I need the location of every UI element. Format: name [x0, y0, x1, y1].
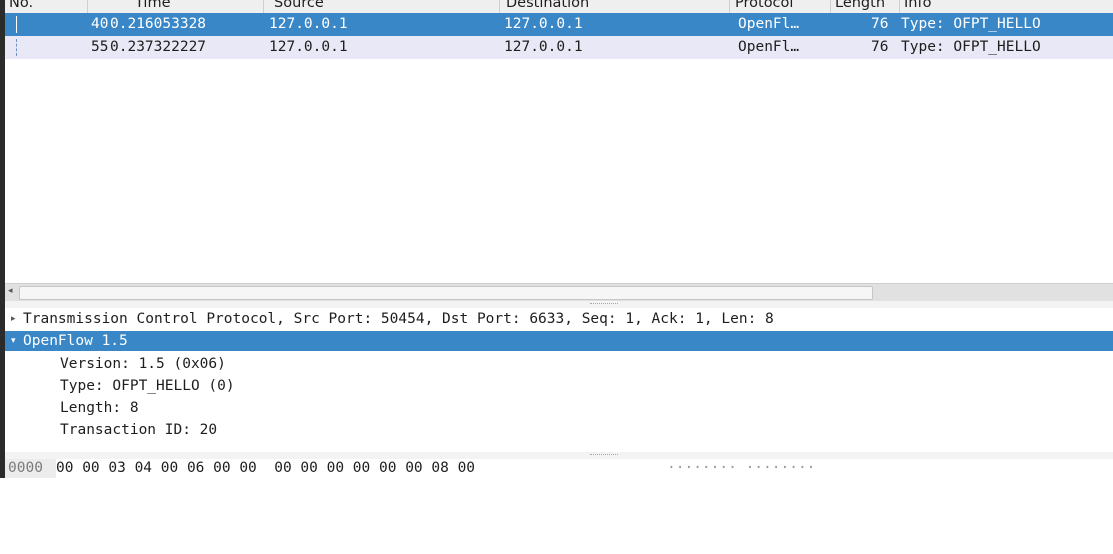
column-separator[interactable] [499, 0, 500, 13]
hex-offset: 0000 [5, 459, 56, 478]
tree-item-label: Transmission Control Protocol, Src Port:… [23, 311, 774, 327]
packet-source: 127.0.0.1 [269, 16, 348, 32]
pane-splitter[interactable] [5, 452, 1113, 459]
column-header-protocol[interactable]: Protocol [731, 0, 793, 13]
column-header-source[interactable]: Source [270, 0, 324, 13]
hex-bytes[interactable]: 00 00 03 04 00 06 00 00 00 00 00 00 00 0… [56, 459, 475, 478]
tree-item-version[interactable]: Version: 1.5 (0x06) [5, 354, 1113, 374]
packet-no: 40 [91, 16, 109, 32]
tree-item-label: OpenFlow 1.5 [23, 333, 128, 349]
packet-no: 55 [91, 39, 109, 55]
tree-item-label: Version: 1.5 (0x06) [60, 356, 226, 372]
tree-item-length[interactable]: Length: 8 [5, 398, 1113, 418]
packet-protocol: OpenFl… [738, 39, 800, 55]
tree-item-label: Transaction ID: 20 [60, 422, 218, 438]
packet-length: 76 [871, 39, 889, 55]
tree-item-transaction-id[interactable]: Transaction ID: 20 [5, 420, 1113, 440]
collapsed-arrow-icon[interactable]: ▸ [11, 309, 16, 329]
packet-row[interactable]: 40 0.216053328 127.0.0.1 127.0.0.1 OpenF… [5, 13, 1113, 36]
related-packet-indicator [16, 16, 17, 33]
tree-item-label: Length: 8 [60, 400, 139, 416]
packet-list[interactable]: 40 0.216053328 127.0.0.1 127.0.0.1 OpenF… [5, 13, 1113, 283]
expanded-arrow-icon[interactable]: ▾ [11, 331, 16, 351]
tree-item-label: Type: OFPT_HELLO (0) [60, 378, 235, 394]
hex-ascii[interactable]: ········ ········ [667, 459, 815, 478]
packet-info: Type: OFPT_HELLO [901, 39, 1041, 55]
packet-bytes[interactable]: 0000 00 00 03 04 00 06 00 00 00 00 00 00… [5, 459, 1113, 478]
packet-destination: 127.0.0.1 [504, 16, 583, 32]
packet-time: 0.237322227 [110, 39, 207, 55]
packet-source: 127.0.0.1 [269, 39, 348, 55]
packet-protocol: OpenFl… [738, 16, 800, 32]
packet-length: 76 [871, 16, 889, 32]
packet-info: Type: OFPT_HELLO [901, 16, 1041, 32]
column-separator[interactable] [729, 0, 730, 13]
scroll-left-icon[interactable]: ◂ [8, 286, 13, 296]
column-separator[interactable] [263, 0, 264, 13]
packet-time: 0.216053328 [110, 16, 207, 32]
scrollbar-thumb[interactable] [19, 286, 873, 300]
splitter-grip [590, 454, 618, 455]
column-header-destination[interactable]: Destination [502, 0, 589, 13]
column-header-no[interactable]: No. [5, 0, 33, 13]
splitter-grip [590, 303, 618, 304]
tree-item-openflow[interactable]: ▾ OpenFlow 1.5 [5, 331, 1113, 351]
related-packet-indicator [16, 39, 17, 56]
packet-list-scrollbar[interactable]: ◂ [5, 283, 1113, 301]
column-header-length[interactable]: Length [831, 0, 885, 13]
column-header-time[interactable]: Time [131, 0, 171, 13]
tree-item-tcp[interactable]: ▸ Transmission Control Protocol, Src Por… [5, 309, 1113, 329]
tree-item-type[interactable]: Type: OFPT_HELLO (0) [5, 376, 1113, 396]
column-header-info[interactable]: Info [900, 0, 931, 13]
wireshark-panes: No. Time Source Destination Protocol Len… [5, 0, 1113, 478]
pane-splitter[interactable] [5, 301, 1113, 308]
packet-row[interactable]: 55 0.237322227 127.0.0.1 127.0.0.1 OpenF… [5, 36, 1113, 59]
packet-details[interactable]: ▸ Transmission Control Protocol, Src Por… [5, 309, 1113, 452]
column-separator[interactable] [87, 0, 88, 13]
packet-list-header: No. Time Source Destination Protocol Len… [5, 0, 1113, 14]
packet-destination: 127.0.0.1 [504, 39, 583, 55]
